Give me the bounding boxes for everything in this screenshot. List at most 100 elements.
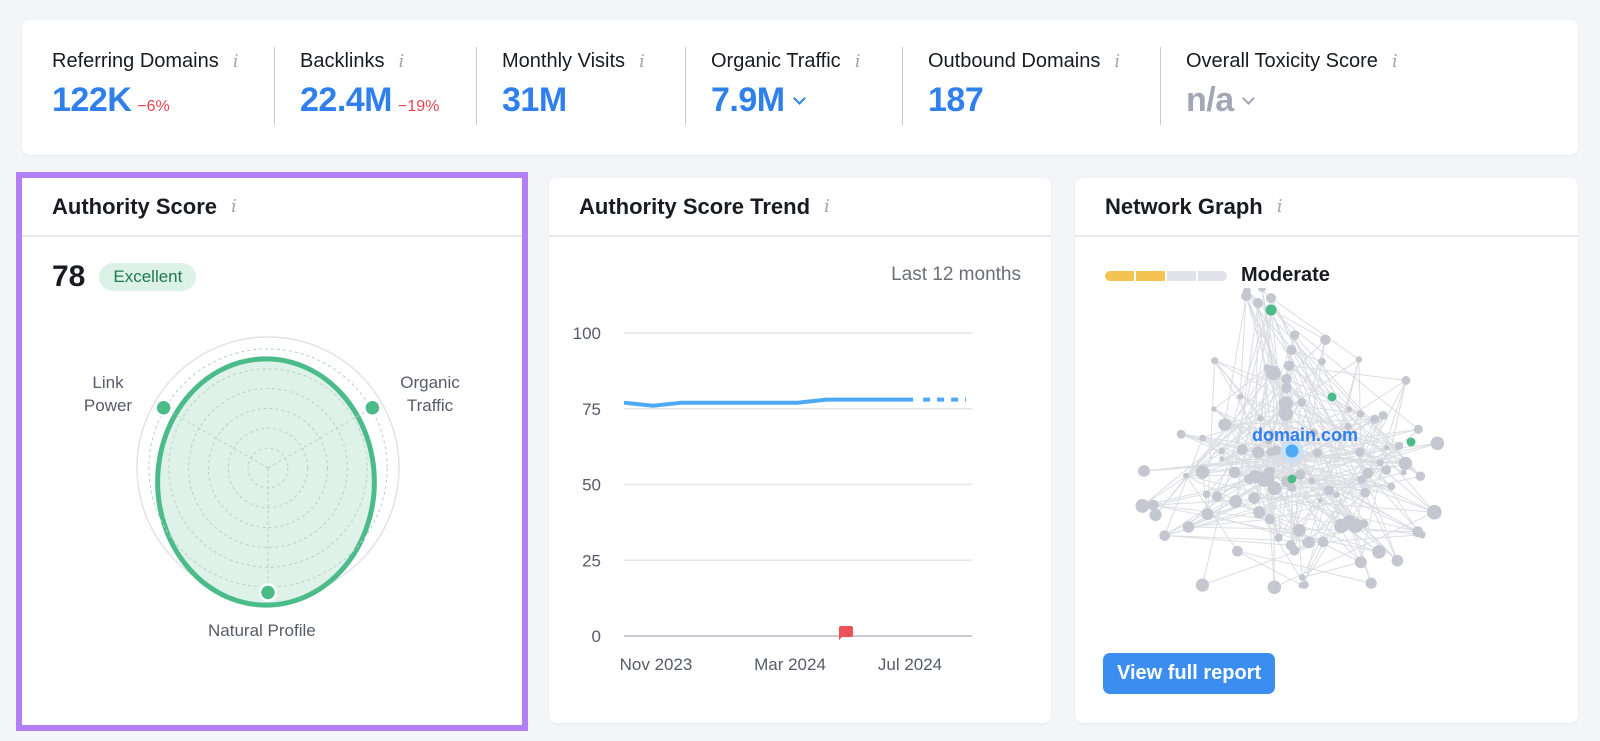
network-node [1308, 477, 1316, 485]
radar-label-link-power: Link Power [83, 373, 133, 415]
network-node [1283, 360, 1295, 371]
network-node [1289, 330, 1300, 340]
network-node [1211, 491, 1223, 502]
info-icon[interactable]: i [231, 196, 237, 217]
network-node [1370, 414, 1380, 424]
network-node [1278, 396, 1293, 411]
network-node [1372, 545, 1386, 559]
network-node [1286, 344, 1297, 356]
network-node-highlight [1327, 392, 1337, 402]
stat-value[interactable]: 7.9M [711, 81, 785, 120]
network-node [1195, 465, 1210, 479]
network-node [1384, 444, 1390, 451]
view-full-report-button[interactable]: View full report [1103, 653, 1276, 694]
stat-backlinks: Backlinks i 22.4M −19% [274, 47, 476, 128]
network-node [1147, 499, 1159, 511]
stat-value[interactable]: n/a [1186, 81, 1234, 120]
stat-label: Monthly Visits [502, 50, 626, 72]
network-node [1202, 490, 1211, 499]
stat-label: Organic Traffic [711, 50, 841, 72]
network-node [1413, 424, 1423, 434]
info-icon[interactable]: i [824, 196, 830, 217]
network-node [1219, 456, 1225, 462]
quality-segment [1136, 270, 1165, 281]
info-icon[interactable]: i [639, 51, 645, 72]
chevron-down-icon[interactable] [792, 92, 806, 105]
network-node [1149, 508, 1162, 522]
info-icon[interactable]: i [1277, 196, 1283, 217]
radar-label-organic-traffic: Organic Traffic [400, 373, 460, 415]
y-tick-label: 50 [582, 476, 601, 495]
stat-label: Overall Toxicity Score [1186, 50, 1378, 72]
x-tick-label: Jul 2024 [878, 655, 942, 674]
center-node-label: domain.com [1252, 425, 1358, 445]
stat-label: Referring Domains [52, 50, 219, 72]
network-node [1280, 382, 1292, 394]
network-node [1376, 459, 1384, 467]
network-node [1294, 469, 1306, 480]
info-icon[interactable]: i [233, 51, 239, 72]
network-node [1267, 580, 1282, 595]
stat-value[interactable]: 122K [52, 81, 132, 120]
info-icon[interactable]: i [398, 51, 404, 72]
center-node [1285, 444, 1299, 458]
network-node [1391, 554, 1404, 567]
network-node-highlight [1287, 474, 1297, 484]
network-node [1430, 436, 1445, 451]
network-quality-label: Moderate [1241, 264, 1330, 286]
network-node [1182, 521, 1195, 533]
info-icon[interactable]: i [855, 51, 861, 72]
network-node [1356, 410, 1365, 418]
network-node [1317, 536, 1329, 548]
stat-outbound-domains: Outbound Domains i 187 [902, 47, 1160, 128]
network-graph-panel: Network Graph i Moderate domain.com View… [1075, 178, 1578, 723]
flag-icon[interactable] [839, 626, 853, 640]
y-tick-label: 75 [582, 400, 601, 419]
y-tick-label: 0 [592, 627, 601, 646]
network-node [1232, 545, 1243, 557]
x-tick-label: Nov 2023 [620, 655, 693, 674]
network-node [1259, 471, 1275, 486]
authority-score-panel: Authority Score i 78 Excellent Link Powe… [16, 172, 528, 731]
stat-value[interactable]: 187 [928, 81, 984, 120]
network-node-highlight [1406, 437, 1416, 447]
network-node [1301, 540, 1308, 546]
stat-organic-traffic: Organic Traffic i 7.9M [685, 47, 902, 128]
network-node [1298, 574, 1306, 581]
stat-delta: −6% [137, 98, 170, 115]
stats-bar: Referring Domains i 122K −6% Backlinks i 22.… [22, 20, 1578, 155]
radar-point [154, 398, 173, 417]
network-node [1405, 460, 1412, 467]
quality-segment [1105, 270, 1134, 281]
stat-label: Outbound Domains [928, 50, 1101, 72]
network-node [1312, 448, 1322, 458]
y-tick-label: 100 [573, 324, 601, 343]
network-node [1274, 533, 1283, 542]
info-icon[interactable]: i [1392, 51, 1398, 72]
network-node [1266, 293, 1276, 303]
time-range-label[interactable]: Last 12 months [891, 264, 1021, 286]
network-node [1285, 540, 1296, 551]
network-node [1354, 556, 1367, 569]
network-node [1297, 397, 1307, 407]
info-icon[interactable]: i [1114, 51, 1120, 72]
y-tick-label: 25 [582, 551, 601, 570]
network-graph[interactable]: domain.com [1075, 288, 1578, 638]
chevron-down-icon[interactable] [1241, 92, 1255, 105]
network-node [1218, 447, 1225, 455]
panel-header: Network Graph i [1075, 178, 1578, 237]
network-node [1211, 406, 1217, 412]
radar-label-natural-profile: Natural Profile [208, 621, 316, 640]
stat-value[interactable]: 31M [502, 81, 567, 120]
network-node [1360, 487, 1371, 498]
stat-value[interactable]: 22.4M [300, 81, 393, 120]
network-node [1229, 466, 1241, 479]
network-node [1266, 447, 1276, 457]
network-node [1236, 444, 1248, 455]
network-node [1135, 499, 1150, 513]
stat-referring-domains: Referring Domains i 122K −6% [22, 50, 274, 128]
network-node [1317, 497, 1323, 504]
panel-title: Network Graph [1105, 193, 1263, 219]
network-node [1333, 491, 1340, 498]
network-node [1287, 483, 1297, 492]
